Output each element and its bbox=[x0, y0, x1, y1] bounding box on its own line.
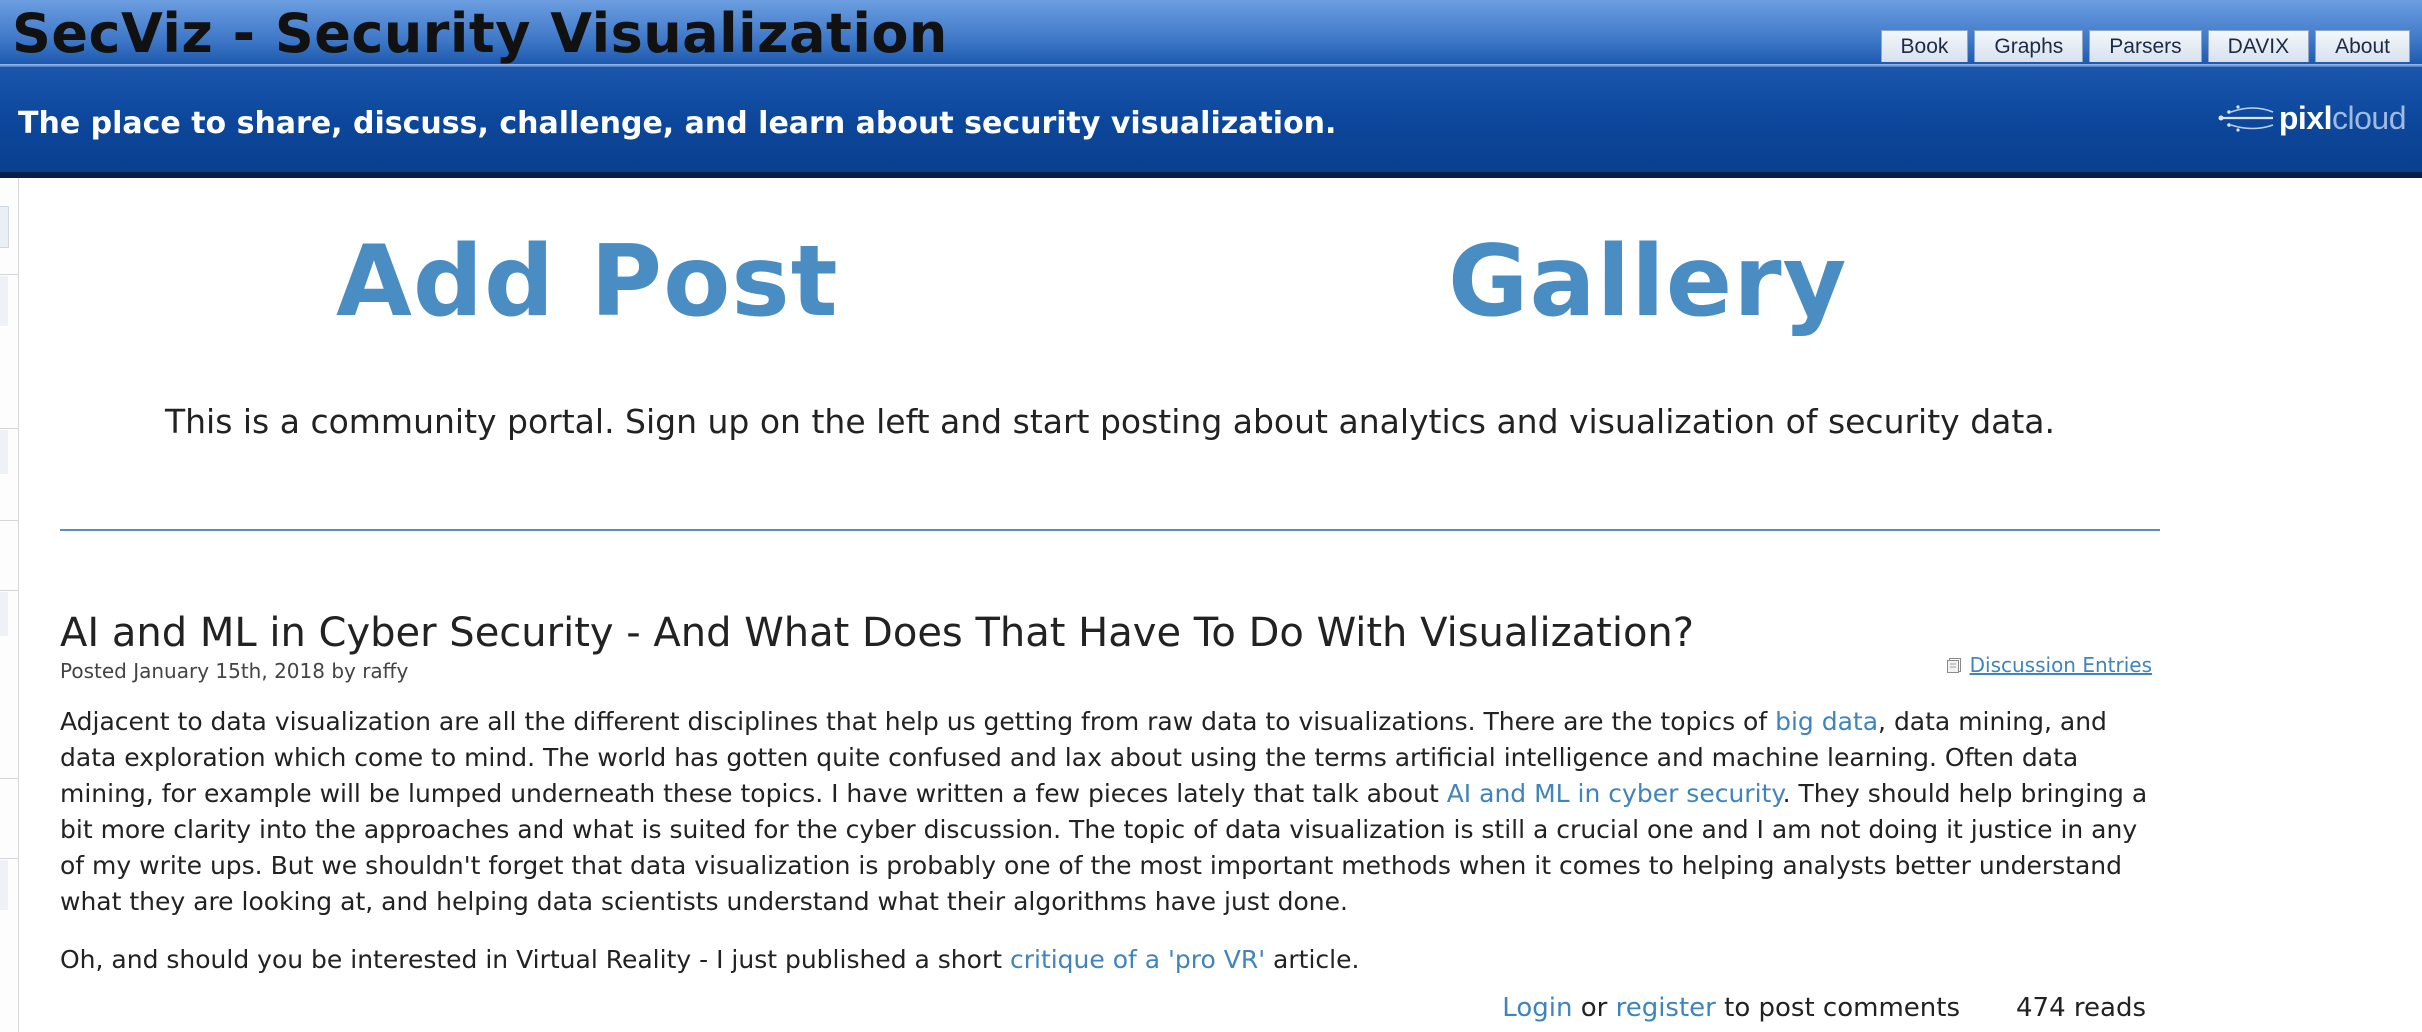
left-sidebar bbox=[0, 178, 19, 1032]
sidebar-divider bbox=[0, 274, 18, 275]
sidebar-field-edge[interactable] bbox=[0, 206, 9, 248]
sidebar-divider bbox=[0, 590, 18, 591]
post-paragraph-2: Oh, and should you be interested in Virt… bbox=[60, 942, 2160, 978]
nav-tab-book[interactable]: Book bbox=[1880, 30, 1969, 62]
post-body: Adjacent to data visualization are all t… bbox=[60, 704, 2160, 978]
footer-or-text: or bbox=[1572, 993, 1616, 1023]
sidebar-divider bbox=[0, 428, 18, 429]
post-meta: Posted January 15th, 2018 by raffy bbox=[60, 659, 409, 683]
folder-icon bbox=[1946, 658, 1961, 673]
brand-name: pixlcloud bbox=[2278, 99, 2407, 137]
sidebar-divider bbox=[0, 520, 18, 521]
read-count: 474 reads bbox=[2016, 993, 2146, 1023]
site-tagline: The place to share, discuss, challenge, … bbox=[18, 106, 1337, 141]
header-baseline bbox=[0, 172, 2422, 178]
post-category: Discussion Entries bbox=[1946, 652, 2152, 678]
post-title[interactable]: AI and ML in Cyber Security - And What D… bbox=[60, 606, 2160, 660]
login-link[interactable]: Login bbox=[1502, 990, 1572, 1026]
brand-name-secondary: cloud bbox=[2332, 99, 2407, 136]
big-data-link[interactable]: big data bbox=[1775, 707, 1878, 736]
nav-tab-davix[interactable]: DAVIX bbox=[2207, 30, 2310, 62]
add-post-link[interactable]: Add Post bbox=[336, 222, 839, 342]
section-divider bbox=[60, 529, 2160, 531]
site-title[interactable]: SecViz - Security Visualization bbox=[12, 0, 948, 70]
sidebar-block bbox=[0, 430, 8, 474]
site-header: SecViz - Security Visualization Book Gra… bbox=[0, 0, 2422, 178]
top-navigation: Book Graphs Parsers DAVIX About bbox=[1880, 30, 2410, 62]
sidebar-divider bbox=[0, 858, 18, 859]
sidebar-block bbox=[0, 276, 8, 326]
paragraph-text: article. bbox=[1265, 945, 1360, 974]
sidebar-block bbox=[0, 592, 8, 636]
sidebar-divider bbox=[0, 778, 18, 779]
category-link[interactable]: Discussion Entries bbox=[1970, 652, 2152, 678]
brand-name-primary: pixl bbox=[2278, 99, 2333, 136]
sidebar-block bbox=[0, 860, 8, 910]
brand-logo[interactable]: pixlcloud bbox=[2213, 98, 2407, 138]
post-paragraph-1: Adjacent to data visualization are all t… bbox=[60, 704, 2160, 920]
paragraph-text: Adjacent to data visualization are all t… bbox=[60, 707, 1776, 736]
pro-vr-critique-link[interactable]: critique of a 'pro VR' bbox=[1010, 945, 1265, 974]
footer-to-post-text: to post comments bbox=[1715, 993, 1960, 1023]
intro-text: This is a community portal. Sign up on t… bbox=[164, 402, 2056, 441]
blog-post: AI and ML in Cyber Security - And What D… bbox=[60, 606, 2160, 1023]
post-footer: Login or register to post comments 474 r… bbox=[1502, 990, 2146, 1026]
nav-tab-parsers[interactable]: Parsers bbox=[2089, 30, 2202, 62]
nav-tab-about[interactable]: About bbox=[2315, 30, 2410, 62]
paragraph-text: Oh, and should you be interested in Virt… bbox=[60, 945, 1010, 974]
brand-swoosh-icon bbox=[2218, 105, 2274, 132]
gallery-link[interactable]: Gallery bbox=[1448, 222, 1847, 342]
ai-ml-cyber-security-link[interactable]: AI and ML in cyber security bbox=[1447, 779, 1783, 808]
register-link[interactable]: register bbox=[1616, 990, 1716, 1026]
nav-tab-graphs[interactable]: Graphs bbox=[1974, 30, 2084, 62]
